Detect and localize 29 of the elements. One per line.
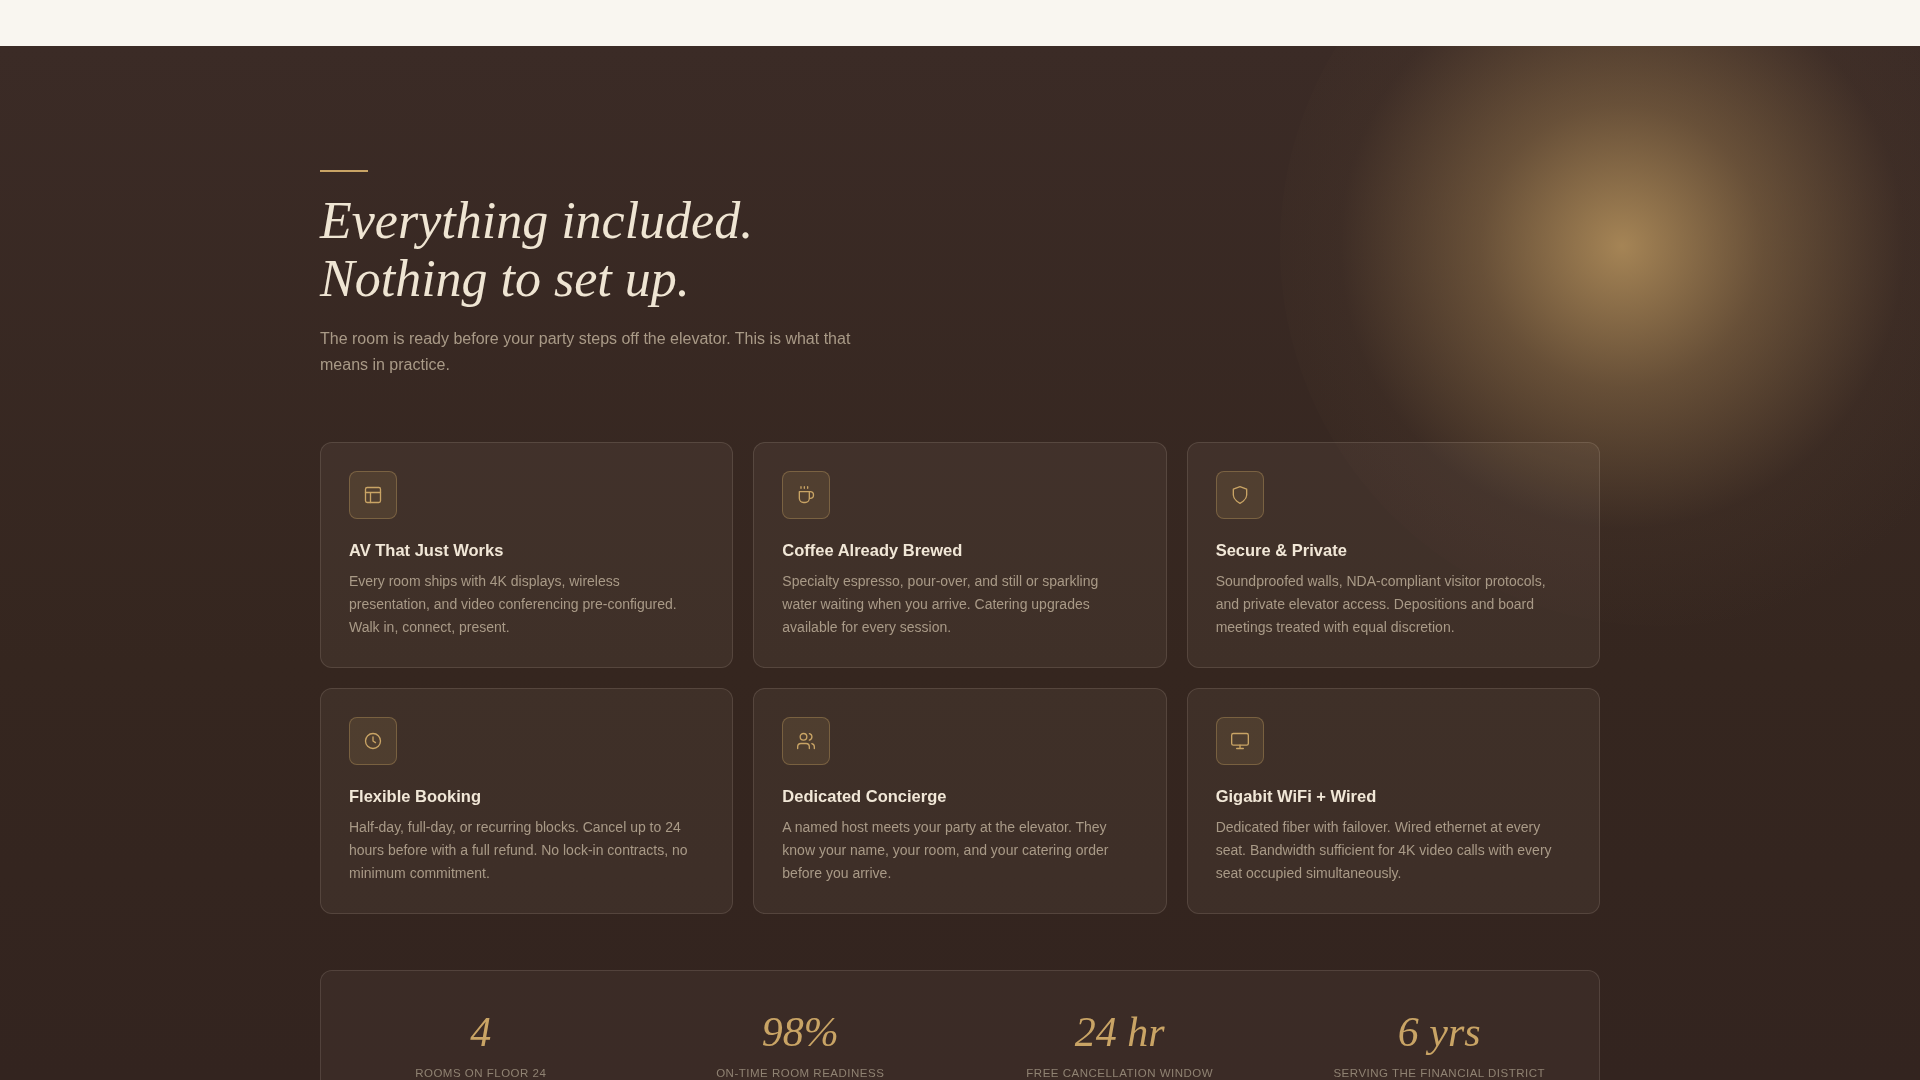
accent-rule <box>320 170 368 172</box>
users-icon <box>782 717 831 765</box>
card-title: Dedicated Concierge <box>782 787 948 806</box>
intro-text: The room is ready before your party steps off the elevator. This is what that means in practice. <box>320 329 852 375</box>
section-heading: Everything included. Nothing to set up. <box>320 192 754 308</box>
card-title: Coffee Already Brewed <box>782 541 964 560</box>
stat-label: FREE CANCELLATION WINDOW <box>1026 1067 1214 1079</box>
stat-label: ROOMS ON FLOOR 24 <box>415 1067 547 1079</box>
cup-icon <box>782 471 831 519</box>
stat-label: ON-TIME ROOM READINESS <box>716 1067 885 1079</box>
card-text: Half-day, full-day, or recurring blocks. Cancel up to 24 hours before with a full refund. No lock-in contracts, no minimum commitment. <box>349 818 689 883</box>
card-text: A named host meets your party at the elevator. They know your name, your room, and your catering order before you arrive. <box>782 818 1110 883</box>
shield-icon <box>1215 471 1264 519</box>
card-title: Flexible Booking <box>349 787 483 806</box>
monitor-icon <box>1215 717 1264 765</box>
card-text: Soundproofed walls, NDA-compliant visitor protocols, and private elevator access. Depositions and board meetings treated with equal discretion. <box>1215 572 1547 637</box>
stat-value: 6 yrs <box>1397 1009 1481 1055</box>
card-text: Specialty espresso, pour-over, and still or sparkling water waiting when you arrive. Catering upgrades available for every session. <box>782 572 1100 637</box>
card-title: AV That Just Works <box>349 541 505 560</box>
layout-icon <box>349 471 397 519</box>
stat-value: 4 <box>470 1009 492 1055</box>
stat-value: 24 hr <box>1074 1009 1165 1055</box>
card-text: Every room ships with 4K displays, wireless presentation, and video conferencing pre-configured. Walk in, connect, present. <box>349 572 678 637</box>
card-title: Secure & Private <box>1215 541 1348 560</box>
clock-icon <box>349 717 397 765</box>
stat-value: 98% <box>761 1009 839 1055</box>
stat-label: SERVING THE FINANCIAL DISTRICT <box>1333 1067 1546 1079</box>
card-title: Gigabit WiFi + Wired <box>1215 787 1378 806</box>
card-text: Dedicated fiber with failover. Wired ethernet at every seat. Bandwidth sufficient for 4K video calls with every seat occupied simultaneously. <box>1215 818 1553 883</box>
